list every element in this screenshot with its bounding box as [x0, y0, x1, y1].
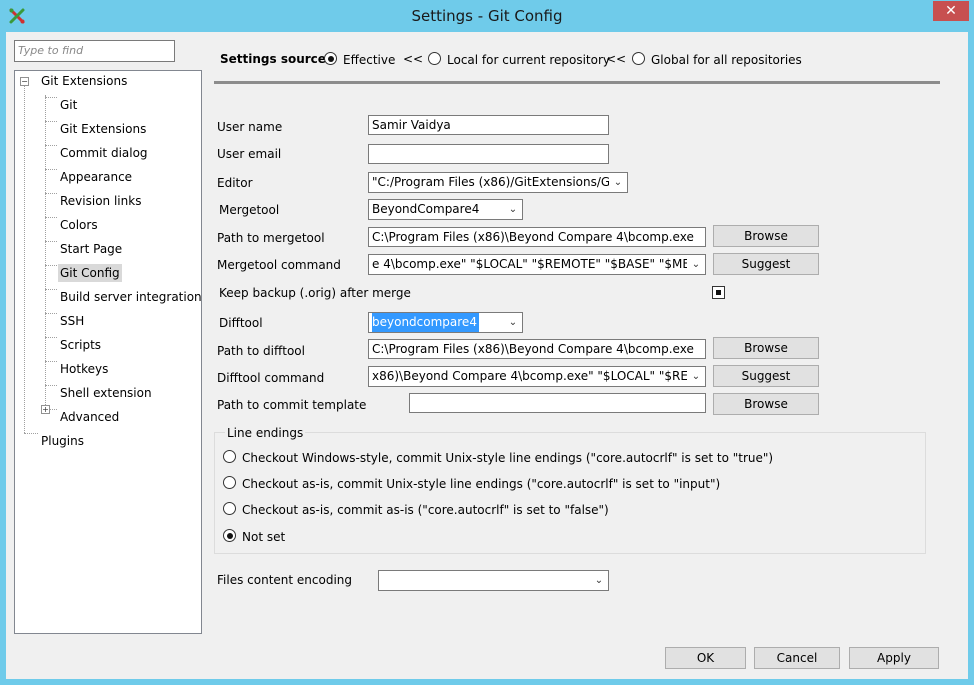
tree-item[interactable]: Hotkeys [58, 360, 110, 378]
editor-combo[interactable]: "C:/Program Files (x86)/GitExtensions/Gi… [368, 172, 628, 193]
user-email-input[interactable] [368, 144, 609, 164]
keep-backup-label: Keep backup (.orig) after merge [219, 286, 411, 300]
apply-button[interactable]: Apply [849, 647, 939, 669]
dialog-client-area: Type to find − Git Extensions Git Git Ex… [6, 32, 968, 679]
browse-mergetool-button[interactable]: Browse [713, 225, 819, 247]
settings-tree[interactable]: − Git Extensions Git Git Extensions Comm… [14, 70, 202, 634]
radio-autocrlf-input[interactable]: Checkout as-is, commit Unix-style line e… [223, 476, 720, 491]
tree-item[interactable]: Build server integration [58, 288, 204, 306]
radio-autocrlf-true[interactable]: Checkout Windows-style, commit Unix-styl… [223, 450, 773, 465]
radio-icon [428, 52, 441, 65]
difftool-command-combo[interactable]: x86)\Beyond Compare 4\bcomp.exe" "$LOCAL… [368, 366, 706, 387]
difftool-path-label: Path to difftool [217, 344, 305, 358]
chevron-down-icon: ⌄ [611, 173, 625, 192]
difftool-label: Difftool [219, 316, 263, 330]
radio-selected-icon [223, 529, 236, 542]
tree-item[interactable]: SSH [58, 312, 86, 330]
settings-source-bar: Settings source: [220, 52, 331, 68]
tree-item[interactable]: Colors [58, 216, 100, 234]
close-icon: ✕ [945, 3, 957, 19]
mergetool-path-input[interactable]: C:\Program Files (x86)\Beyond Compare 4\… [368, 227, 706, 247]
suggest-difftool-button[interactable]: Suggest [713, 365, 819, 387]
source-separator: << [403, 52, 424, 66]
browse-difftool-button[interactable]: Browse [713, 337, 819, 359]
chevron-down-icon: ⌄ [689, 367, 703, 386]
radio-autocrlf-not-set[interactable]: Not set [223, 529, 285, 544]
close-button[interactable]: ✕ [933, 1, 969, 21]
tree-item[interactable]: Shell extension [58, 384, 154, 402]
tree-item[interactable]: Scripts [58, 336, 103, 354]
mergetool-path-label: Path to mergetool [217, 231, 325, 245]
radio-icon [223, 502, 236, 515]
mergetool-command-label: Mergetool command [217, 258, 341, 272]
encoding-combo[interactable]: ⌄ [378, 570, 609, 591]
radio-icon [223, 450, 236, 463]
radio-selected-icon [324, 52, 337, 65]
keep-backup-checkbox[interactable] [712, 286, 725, 299]
user-name-input[interactable]: Samir Vaidya [368, 115, 609, 135]
title-bar[interactable]: Settings - Git Config ✕ [0, 0, 974, 32]
editor-label: Editor [217, 176, 253, 190]
tree-item[interactable]: Git Extensions [58, 120, 148, 138]
radio-global[interactable]: Global for all repositories [632, 52, 802, 67]
chevron-down-icon: ⌄ [592, 571, 606, 590]
tree-item[interactable]: Advanced [58, 408, 121, 426]
tree-item-plugins[interactable]: Plugins [39, 432, 86, 450]
tree-item[interactable]: Start Page [58, 240, 124, 258]
chevron-down-icon: ⌄ [506, 313, 520, 332]
mergetool-label: Mergetool [219, 203, 280, 217]
radio-icon [632, 52, 645, 65]
tree-item[interactable]: Git [58, 96, 79, 114]
chevron-down-icon: ⌄ [689, 255, 703, 274]
commit-template-input[interactable] [409, 393, 706, 413]
section-divider [214, 81, 940, 84]
tree-item[interactable]: Appearance [58, 168, 134, 186]
user-email-label: User email [217, 147, 282, 161]
mergetool-command-combo[interactable]: e 4\bcomp.exe" "$LOCAL" "$REMOTE" "$BASE… [368, 254, 706, 275]
tree-item[interactable]: Revision links [58, 192, 143, 210]
chevron-down-icon: ⌄ [506, 200, 520, 219]
radio-icon [223, 476, 236, 489]
radio-local[interactable]: Local for current repository [428, 52, 610, 67]
tree-item[interactable]: Commit dialog [58, 144, 150, 162]
suggest-mergetool-button[interactable]: Suggest [713, 253, 819, 275]
difftool-combo[interactable]: beyondcompare4 ⌄ [368, 312, 523, 333]
settings-source-label: Settings source: [220, 52, 331, 66]
encoding-label: Files content encoding [217, 573, 353, 587]
user-name-label: User name [217, 120, 283, 134]
radio-effective[interactable]: Effective [324, 52, 395, 67]
commit-template-label: Path to commit template [217, 398, 367, 412]
line-endings-title: Line endings [225, 426, 306, 440]
tree-expand-icon[interactable]: + [41, 405, 50, 414]
tree-collapse-icon[interactable]: − [20, 77, 29, 86]
tree-item-git-extensions[interactable]: Git Extensions [39, 72, 129, 90]
difftool-path-input[interactable]: C:\Program Files (x86)\Beyond Compare 4\… [368, 339, 706, 359]
window-title: Settings - Git Config [411, 7, 563, 25]
mergetool-combo[interactable]: BeyondCompare4 ⌄ [368, 199, 523, 220]
browse-template-button[interactable]: Browse [713, 393, 819, 415]
radio-autocrlf-false[interactable]: Checkout as-is, commit as-is ("core.auto… [223, 502, 609, 517]
ok-button[interactable]: OK [665, 647, 746, 669]
settings-window: Settings - Git Config ✕ Type to find − G… [0, 0, 974, 685]
search-input[interactable]: Type to find [14, 40, 175, 62]
source-separator: << [606, 52, 627, 66]
tree-item-selected[interactable]: Git Config [58, 264, 122, 282]
difftool-command-label: Difftool command [217, 371, 325, 385]
cancel-button[interactable]: Cancel [754, 647, 840, 669]
